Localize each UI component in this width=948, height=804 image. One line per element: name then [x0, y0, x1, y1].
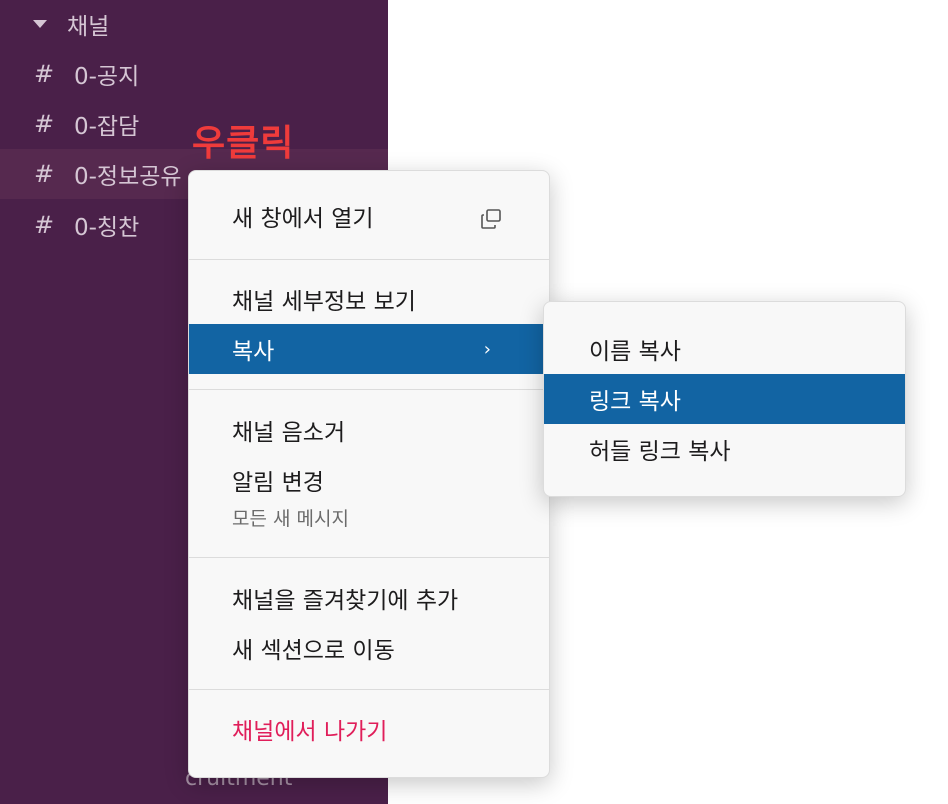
channel-name: 0-칭찬 [74, 215, 140, 241]
caret-down-icon [33, 20, 47, 28]
view-channel-details-item[interactable]: 채널 세부정보 보기 [189, 274, 549, 324]
menu-item-label: 채널에서 나가기 [232, 719, 388, 745]
open-new-window-item[interactable]: 새 창에서 열기 [189, 191, 549, 241]
menu-item-label: 이름 복사 [589, 339, 681, 365]
hash-icon: # [33, 60, 55, 88]
channels-section-header[interactable]: 채널 [28, 4, 109, 44]
move-to-new-section-item[interactable]: 새 섹션으로 이동 [189, 623, 549, 673]
menu-item-label: 새 섹션으로 이동 [232, 638, 395, 664]
hash-icon: # [33, 211, 55, 239]
menu-item-label: 링크 복사 [589, 389, 681, 415]
channel-name: 0-잡담 [74, 114, 140, 140]
copy-huddle-link-item[interactable]: 허들 링크 복사 [544, 424, 905, 474]
menu-item-label: 복사 [232, 339, 275, 365]
sidebar-channel-0-notice[interactable]: # 0-공지 [0, 49, 388, 99]
hash-icon: # [33, 110, 55, 138]
hash-icon: # [33, 160, 55, 188]
menu-item-label: 채널 세부정보 보기 [232, 289, 416, 315]
menu-divider [189, 259, 549, 260]
menu-divider [189, 689, 549, 690]
channel-context-menu: 새 창에서 열기 채널 세부정보 보기 복사 › 채널 음소거 알림 변경 모든… [188, 170, 550, 778]
right-click-annotation: 우클릭 [192, 123, 295, 164]
menu-item-label: 허들 링크 복사 [589, 439, 731, 465]
mute-channel-item[interactable]: 채널 음소거 [189, 405, 549, 455]
menu-item-label: 알림 변경 [232, 470, 324, 496]
copy-submenu: 이름 복사 링크 복사 허들 링크 복사 [543, 301, 906, 497]
notifications-current-setting: 모든 새 메시지 [232, 508, 349, 530]
copy-item[interactable]: 복사 › [189, 324, 549, 374]
section-label: 채널 [67, 14, 110, 40]
leave-channel-item[interactable]: 채널에서 나가기 [189, 704, 549, 754]
menu-item-label: 새 창에서 열기 [232, 206, 374, 232]
new-window-icon [481, 209, 501, 229]
change-notifications-item[interactable]: 알림 변경 [189, 455, 549, 505]
channel-name: 0-정보공유 [74, 164, 182, 190]
menu-divider [189, 389, 549, 390]
chevron-right-icon: › [483, 338, 491, 360]
add-to-favorites-item[interactable]: 채널을 즐겨찾기에 추가 [189, 573, 549, 623]
menu-item-label: 채널을 즐겨찾기에 추가 [232, 588, 459, 614]
menu-item-label: 채널 음소거 [232, 420, 346, 446]
copy-link-item[interactable]: 링크 복사 [544, 374, 905, 424]
menu-divider [189, 557, 549, 558]
channel-name: 0-공지 [74, 64, 140, 90]
copy-name-item[interactable]: 이름 복사 [544, 324, 905, 374]
